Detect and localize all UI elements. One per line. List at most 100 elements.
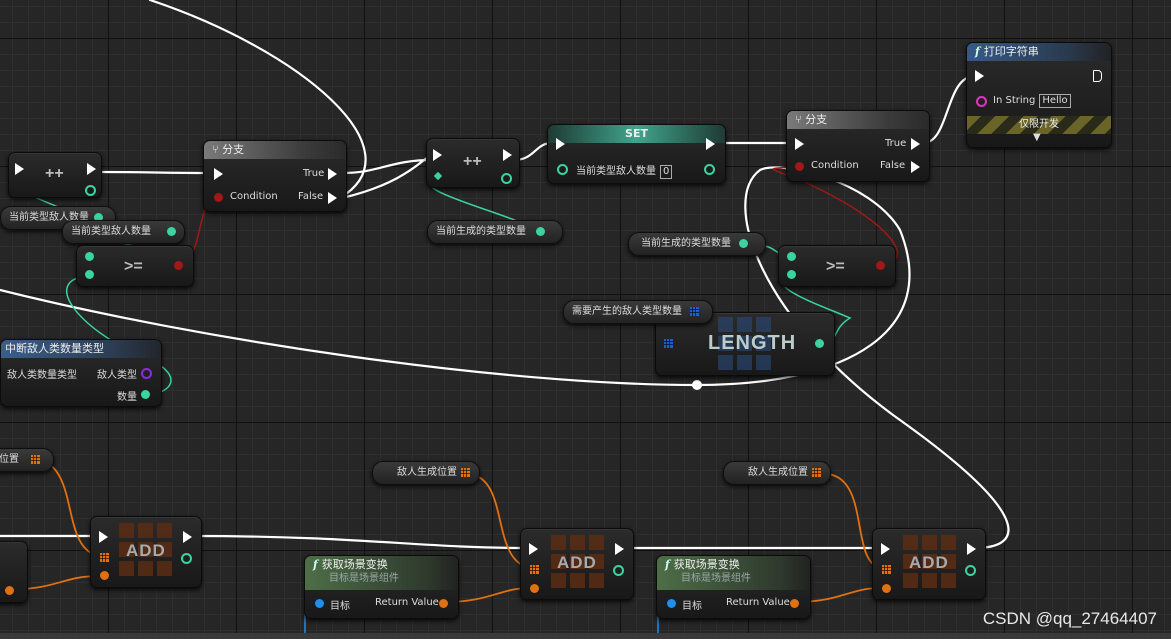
- set-node[interactable]: SET 当前类型敌人数量 0: [547, 124, 726, 184]
- exec-in-pin[interactable]: [15, 163, 24, 175]
- item-in-pin[interactable]: [882, 584, 891, 593]
- add-label: ADD: [557, 553, 597, 572]
- compare-node-left[interactable]: >=: [76, 245, 194, 287]
- exec-false-pin[interactable]: [911, 161, 920, 173]
- exec-false-pin[interactable]: [328, 192, 337, 204]
- exec-out-pin[interactable]: [615, 543, 624, 555]
- exec-out-pin[interactable]: [87, 163, 96, 175]
- condition-pin[interactable]: [214, 193, 223, 202]
- array-out-pin[interactable]: [812, 468, 821, 477]
- get-world-transform-node-a[interactable]: f 获取场景变换 目标是场景组件 目标 Return Value: [304, 555, 459, 619]
- array-out-pin[interactable]: [690, 307, 699, 316]
- item-in-pin[interactable]: [530, 584, 539, 593]
- var-spawn-position-left[interactable]: 位置: [0, 448, 54, 472]
- float-out-pin[interactable]: [704, 164, 715, 175]
- target-label: 目标: [330, 601, 350, 612]
- branch-node-right[interactable]: ⑂ 分支 True Condition False: [786, 110, 930, 182]
- exec-in-pin[interactable]: [99, 531, 108, 543]
- exec-wire: [340, 155, 434, 200]
- exec-out-pin[interactable]: [1093, 70, 1102, 82]
- exec-wire: [340, 158, 434, 175]
- byte-out-pin[interactable]: [141, 368, 152, 379]
- int-out-pin[interactable]: [181, 553, 192, 564]
- return-value-pin[interactable]: [790, 599, 799, 608]
- exec-out-pin[interactable]: [706, 138, 715, 150]
- set-value-input[interactable]: 0: [660, 165, 673, 179]
- function-icon: f: [313, 558, 318, 571]
- string-in-pin[interactable]: [976, 96, 987, 107]
- array-in-pin[interactable]: [530, 565, 539, 574]
- exec-in-pin[interactable]: [433, 149, 442, 161]
- return-value-pin[interactable]: [439, 599, 448, 608]
- break-struct-node[interactable]: 中断敌人类数量类型 敌人类数量类型 敌人类型 数量: [0, 339, 162, 407]
- float-out-pin[interactable]: [85, 185, 96, 196]
- get-transform-subtitle: 目标是场景组件: [329, 573, 399, 584]
- add-node-mid[interactable]: ADD: [520, 528, 634, 600]
- branch-true-label: True: [885, 138, 907, 149]
- int-out-pin[interactable]: [613, 565, 624, 576]
- var-current-enemy-count-b[interactable]: 当前类型敌人数量: [62, 220, 185, 244]
- float-in-pin[interactable]: [787, 252, 796, 261]
- branch-false-label: False: [298, 191, 324, 202]
- add-node-right[interactable]: ADD: [872, 528, 986, 600]
- float-out-pin[interactable]: [739, 239, 748, 248]
- float-in-pin[interactable]: [787, 270, 796, 279]
- var-spawn-position-right[interactable]: 敌人生成位置: [723, 461, 831, 485]
- exec-true-pin[interactable]: [911, 138, 920, 150]
- exec-out-pin[interactable]: [967, 543, 976, 555]
- compare-node-right[interactable]: >=: [778, 245, 896, 287]
- exec-in-pin[interactable]: [795, 138, 804, 150]
- bottom-scrollbar[interactable]: [0, 633, 1171, 639]
- compare-op: >=: [826, 258, 845, 275]
- increment-op: ++: [45, 165, 64, 182]
- bool-out-pin[interactable]: [174, 261, 183, 270]
- item-in-pin[interactable]: [100, 571, 109, 580]
- increment-node-left[interactable]: ++: [8, 152, 102, 198]
- float-in-pin[interactable]: [557, 164, 568, 175]
- array-in-pin[interactable]: [100, 553, 109, 562]
- exec-out-pin[interactable]: [183, 531, 192, 543]
- expand-arrow-icon[interactable]: ▼: [1033, 132, 1041, 143]
- var-spawn-position-mid[interactable]: 敌人生成位置: [372, 461, 480, 485]
- float-in-pin[interactable]: [85, 252, 94, 261]
- in-string-input[interactable]: Hello: [1039, 94, 1071, 108]
- partial-node-left[interactable]: [0, 541, 28, 603]
- exec-true-pin[interactable]: [328, 168, 337, 180]
- branch-node-left[interactable]: ⑂ 分支 True Condition False: [203, 140, 347, 212]
- condition-pin[interactable]: [795, 162, 804, 171]
- exec-out-pin[interactable]: [503, 149, 512, 161]
- increment-node-mid[interactable]: ++: [426, 138, 520, 188]
- float-in-pin[interactable]: [85, 270, 94, 279]
- exec-in-pin[interactable]: [529, 543, 538, 555]
- target-in-pin[interactable]: [315, 599, 324, 608]
- array-out-pin[interactable]: [461, 468, 470, 477]
- branch-true-label: True: [303, 168, 325, 179]
- set-var-label: 当前类型敌人数量 0: [576, 162, 673, 179]
- bool-out-pin[interactable]: [876, 261, 885, 270]
- array-in-pin[interactable]: [664, 339, 673, 348]
- add-node-left[interactable]: ADD: [90, 516, 202, 588]
- float-out-pin[interactable]: [167, 227, 176, 236]
- int-out-pin[interactable]: [965, 565, 976, 576]
- exec-in-pin[interactable]: [556, 138, 565, 150]
- target-in-pin[interactable]: [667, 599, 676, 608]
- print-string-header: f 打印字符串: [967, 43, 1111, 61]
- float-in-pin[interactable]: [433, 171, 443, 181]
- exec-in-pin[interactable]: [214, 168, 223, 180]
- get-world-transform-node-b[interactable]: f 获取场景变换 目标是场景组件 目标 Return Value: [656, 555, 811, 619]
- array-in-pin[interactable]: [882, 565, 891, 574]
- exec-in-pin[interactable]: [881, 543, 890, 555]
- float-out-pin[interactable]: [536, 227, 545, 236]
- var-generated-type-count-mid[interactable]: 当前生成的类型数量: [427, 220, 563, 244]
- print-string-node[interactable]: f 打印字符串 In String Hello 仅限开发 ▼: [966, 42, 1112, 148]
- float-out-pin[interactable]: [501, 173, 512, 184]
- array-out-pin[interactable]: [5, 586, 14, 595]
- var-required-enemy-types[interactable]: 需要产生的敌人类型数量: [563, 300, 713, 324]
- float-out-pin[interactable]: [141, 390, 150, 399]
- get-transform-title: 获取场景变换: [321, 558, 388, 571]
- var-generated-type-count-right[interactable]: 当前生成的类型数量: [628, 232, 766, 256]
- array-out-pin[interactable]: [31, 455, 40, 464]
- int-out-pin[interactable]: [815, 339, 824, 348]
- exec-in-pin[interactable]: [975, 70, 984, 82]
- return-value-label: Return Value: [726, 597, 790, 608]
